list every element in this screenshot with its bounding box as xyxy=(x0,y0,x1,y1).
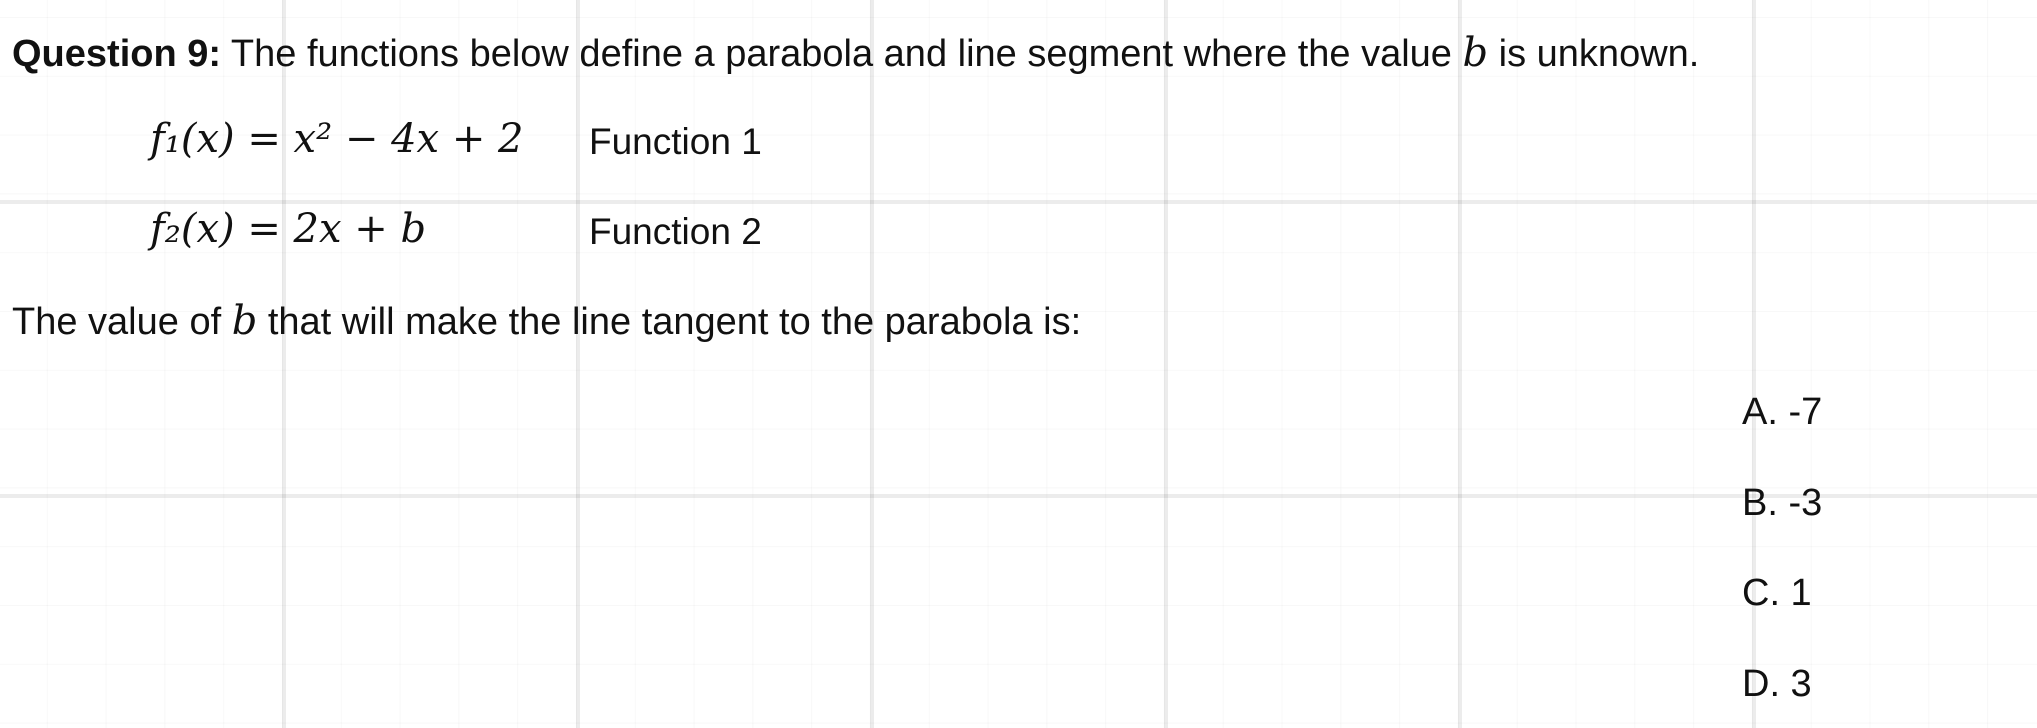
function-2-formula: f₂(x) = 2x + b xyxy=(150,206,427,252)
question-text-after-variable: is unknown. xyxy=(1488,33,1700,75)
answer-choice-c: C. 1 xyxy=(1742,572,1812,614)
question-variable: b xyxy=(1462,30,1489,76)
function-1-label: Function 1 xyxy=(589,121,762,162)
answer-choice-b: B. -3 xyxy=(1742,482,1823,524)
worksheet-page: Question 9: The functions below define a… xyxy=(0,0,2037,728)
question-text-before-variable: The functions below define a parabola an… xyxy=(221,33,1463,75)
question-statement: Question 9: The functions below define a… xyxy=(12,33,1699,73)
prompt-text-after-variable: that will make the line tangent to the p… xyxy=(257,301,1082,343)
prompt-text-before-variable: The value of xyxy=(12,301,232,343)
function-2-label: Function 2 xyxy=(589,211,762,252)
answer-prompt: The value of b that will make the line t… xyxy=(12,301,1081,341)
answer-choice-a: A. -7 xyxy=(1742,391,1823,433)
question-number: Question 9: xyxy=(12,33,222,75)
function-1-formula: f₁(x) = x² − 4x + 2 xyxy=(150,116,524,162)
answer-choice-d: D. 3 xyxy=(1742,663,1812,705)
prompt-variable: b xyxy=(231,298,258,344)
